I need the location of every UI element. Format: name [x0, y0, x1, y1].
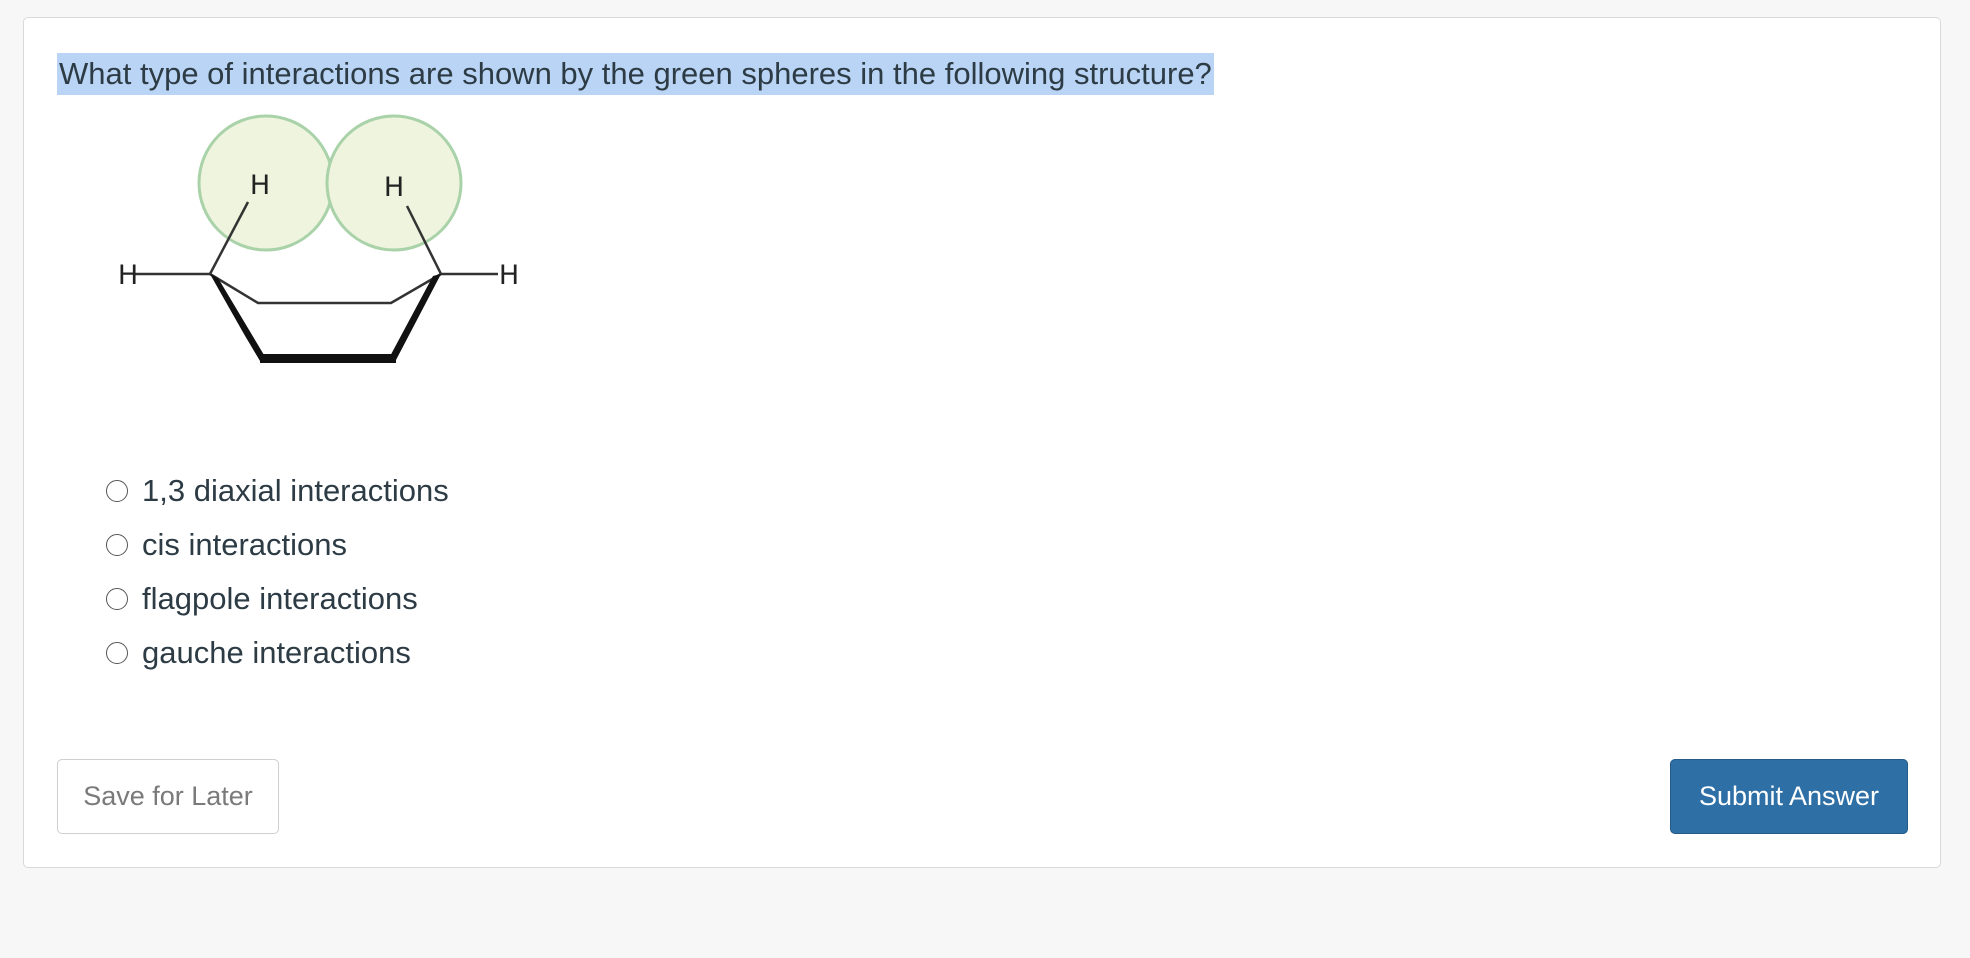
choice-label: gauche interactions — [142, 635, 411, 670]
choice-label: cis interactions — [142, 527, 348, 562]
radio-button[interactable] — [106, 642, 128, 664]
atom-label-h-top-left: H — [250, 170, 270, 201]
choice-gauche[interactable]: gauche interactions — [106, 626, 449, 680]
choice-flagpole[interactable]: flagpole interactions — [106, 572, 449, 626]
radio-button[interactable] — [106, 480, 128, 502]
choice-label: 1,3 diaxial interactions — [142, 473, 449, 508]
radio-button[interactable] — [106, 534, 128, 556]
question-text: What type of interactions are shown by t… — [57, 53, 1214, 95]
question-card: What type of interactions are shown by t… — [23, 17, 1941, 868]
choice-1-3-diaxial[interactable]: 1,3 diaxial interactions — [106, 464, 449, 518]
atom-label-h-top-right: H — [384, 172, 404, 203]
atom-label-h-left: H — [118, 260, 138, 291]
radio-button[interactable] — [106, 588, 128, 610]
save-for-later-button[interactable]: Save for Later — [57, 759, 279, 834]
choice-label: flagpole interactions — [142, 581, 418, 616]
submit-answer-button[interactable]: Submit Answer — [1670, 759, 1908, 834]
answer-choices: 1,3 diaxial interactions cis interaction… — [106, 464, 449, 680]
boat-conformation-structure: H H H H — [118, 114, 519, 363]
choice-cis[interactable]: cis interactions — [106, 518, 449, 572]
atom-label-h-right: H — [499, 260, 519, 291]
